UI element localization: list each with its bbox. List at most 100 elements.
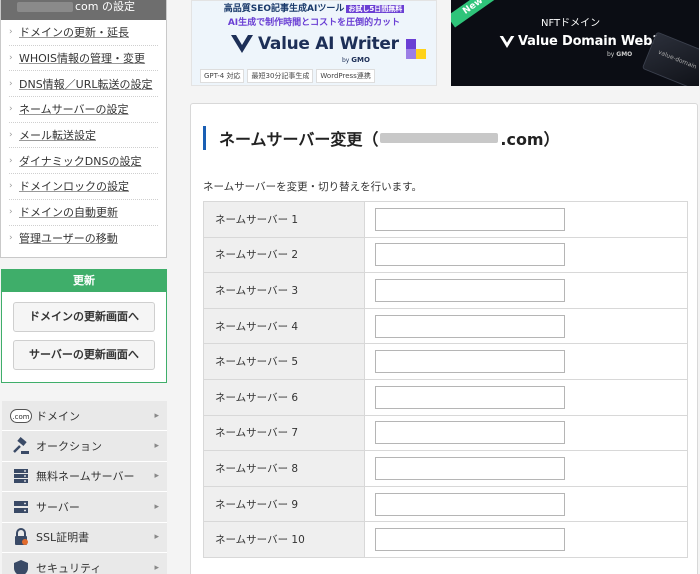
nameserver-1-input[interactable] <box>375 207 565 231</box>
nameserver-2-input[interactable] <box>375 243 565 267</box>
nameserver-label: ネームサーバー 2 <box>203 236 365 274</box>
category-free-nameserver[interactable]: 無料ネームサーバー ▸ <box>2 461 167 493</box>
shield-icon <box>10 559 32 574</box>
nameserver-label: ネームサーバー 5 <box>203 343 365 380</box>
value-domain-web3-logo: Value Domain Web3 <box>499 34 661 49</box>
nameserver-label: ネームサーバー 9 <box>203 485 365 523</box>
nameserver-7-input[interactable] <box>375 421 565 445</box>
menu-item-transfer-user[interactable]: › 管理ユーザーの移動 <box>9 226 158 252</box>
blurred-domain-name <box>380 133 499 143</box>
chevron-right-icon: ▸ <box>154 471 159 482</box>
banner-ai-by: by <box>342 57 350 64</box>
category-domain-label: ドメイン <box>36 409 80 423</box>
new-ribbon: New <box>451 0 500 28</box>
nameserver-8-input[interactable] <box>375 456 565 480</box>
nameserver-label: ネームサーバー 10 <box>203 521 365 558</box>
table-row: ネームサーバー 8 <box>203 450 688 487</box>
table-row: ネームサーバー 2 <box>203 236 688 274</box>
value-v-logo-icon <box>499 35 515 48</box>
value-ai-writer-logo: Value AI Writer <box>230 34 399 54</box>
banner-ai-line1: 高品質SEO記事生成AIツール <box>223 4 345 14</box>
arrow-right-icon: › <box>9 181 13 192</box>
page-title-prefix: ネームサーバー変更（ <box>219 130 379 149</box>
nameserver-3-input[interactable] <box>375 278 565 302</box>
nameserver-4-input[interactable] <box>375 314 565 338</box>
banner-ai-product-name: Value AI Writer <box>258 34 399 54</box>
chevron-right-icon: ▸ <box>154 501 159 512</box>
category-server[interactable]: サーバー ▸ <box>2 492 167 523</box>
table-row: ネームサーバー 9 <box>203 485 688 523</box>
nameserver-label: ネームサーバー 6 <box>203 378 365 416</box>
blurred-domain-name <box>17 2 73 12</box>
banner-nft-by: by <box>607 51 615 58</box>
menu-item-mail-forwarding[interactable]: › メール転送設定 <box>9 123 158 149</box>
table-row: ネームサーバー 4 <box>203 307 688 345</box>
domain-settings-menu: com の設定 › ドメインの更新・延長 › WHOIS情報の管理・変更 › DNS情… <box>0 0 167 258</box>
svg-text:.com: .com <box>12 413 29 421</box>
value-ai-writer-banner[interactable]: 高品質SEO記事生成AIツール お試し5日間無料 AI生成で制作時間とコストを圧倒… <box>191 0 437 86</box>
domain-settings-header: com の設定 <box>1 0 166 20</box>
banner-nft-headline: NFTドメイン <box>541 18 601 29</box>
menu-item-auto-renew[interactable]: › ドメインの自動更新 <box>9 200 158 226</box>
menu-item-nameserver[interactable]: › ネームサーバーの設定 <box>9 97 158 123</box>
server-stack-icon <box>10 467 32 485</box>
value-domain-web3-banner[interactable]: New NFTドメイン Value Domain Web3 by GMO val… <box>451 0 699 86</box>
server-renew-button[interactable]: サーバーの更新画面へ <box>13 340 155 370</box>
lock-icon <box>10 528 32 546</box>
category-auction-label: オークション <box>36 440 102 454</box>
value-v-logo-icon <box>231 35 253 53</box>
nameserver-6-input[interactable] <box>375 385 565 409</box>
page-title: ネームサーバー変更（ .com） <box>203 126 560 150</box>
category-auction[interactable]: オークション ▸ <box>2 431 167 462</box>
arrow-right-icon: › <box>9 53 13 64</box>
menu-item-domain-lock[interactable]: › ドメインロックの設定 <box>9 174 158 200</box>
domain-settings-header-label: com の設定 <box>75 0 135 13</box>
nameserver-table: ネームサーバー 1 ネームサーバー 2 ネームサーバー 3 ネームサーバー 4 … <box>203 201 688 558</box>
category-ssl[interactable]: SSL証明書 ▸ <box>2 522 167 553</box>
gavel-icon <box>10 437 32 455</box>
category-security-label: セキュリティ <box>36 561 102 574</box>
decor-square <box>406 39 416 49</box>
domain-renew-button[interactable]: ドメインの更新画面へ <box>13 302 155 332</box>
sidebar: com の設定 › ドメインの更新・延長 › WHOIS情報の管理・変更 › DNS情… <box>0 0 168 574</box>
category-nav: .com ドメイン ▸ オークション ▸ 無料ネームサーバー ▸ サーバー ▸ <box>2 401 167 574</box>
category-free-nameserver-label: 無料ネームサーバー <box>36 470 135 484</box>
arrow-right-icon: › <box>9 27 13 38</box>
nameserver-label: ネームサーバー 3 <box>203 272 365 309</box>
nameserver-9-input[interactable] <box>375 492 565 516</box>
arrow-right-icon: › <box>9 104 13 115</box>
feature-badge: GPT-4 対応 <box>200 69 245 83</box>
arrow-right-icon: › <box>9 233 13 244</box>
nameserver-label: ネームサーバー 7 <box>203 414 365 452</box>
menu-item-whois[interactable]: › WHOIS情報の管理・変更 <box>9 46 158 72</box>
nameserver-10-input[interactable] <box>375 528 565 552</box>
category-domain[interactable]: .com ドメイン ▸ <box>2 401 167 432</box>
chevron-right-icon: ▸ <box>154 410 159 421</box>
nameserver-label: ネームサーバー 4 <box>203 307 365 345</box>
nameserver-label: ネームサーバー 8 <box>203 450 365 487</box>
feature-badge: 最短30分記事生成 <box>247 69 314 83</box>
nameserver-5-input[interactable] <box>375 350 565 374</box>
table-row: ネームサーバー 5 <box>203 343 688 380</box>
banner-ai-subline: AI生成で制作時間とコストを圧倒的カット <box>227 18 401 28</box>
free-trial-badge: お試し5日間無料 <box>346 5 405 13</box>
menu-item-dynamic-dns[interactable]: › ダイナミックDNSの設定 <box>9 148 158 175</box>
category-security[interactable]: セキュリティ ▸ <box>2 552 167 574</box>
menu-item-domain-renewal[interactable]: › ドメインの更新・延長 <box>9 20 158 46</box>
feature-badge: WordPress連携 <box>316 69 375 83</box>
chevron-right-icon: ▸ <box>154 441 159 452</box>
banner-ai-headline: 高品質SEO記事生成AIツール お試し5日間無料 <box>192 1 436 14</box>
com-domain-icon: .com <box>10 407 32 425</box>
nft-card-label: value-domain <box>656 48 698 71</box>
category-server-label: サーバー <box>36 500 80 514</box>
arrow-right-icon: › <box>9 207 13 218</box>
menu-item-dns[interactable]: › DNS情報／URL転送の設定 <box>9 71 158 98</box>
nameserver-label: ネームサーバー 1 <box>203 201 365 238</box>
page-description: ネームサーバーを変更・切り替えを行います。 <box>203 181 423 193</box>
table-row: ネームサーバー 7 <box>203 414 688 452</box>
table-row: ネームサーバー 1 <box>203 201 688 238</box>
category-ssl-label: SSL証明書 <box>36 531 90 545</box>
table-row: ネームサーバー 6 <box>203 378 688 416</box>
arrow-right-icon: › <box>9 78 13 89</box>
banner-nft-gmo: GMO <box>616 51 633 58</box>
